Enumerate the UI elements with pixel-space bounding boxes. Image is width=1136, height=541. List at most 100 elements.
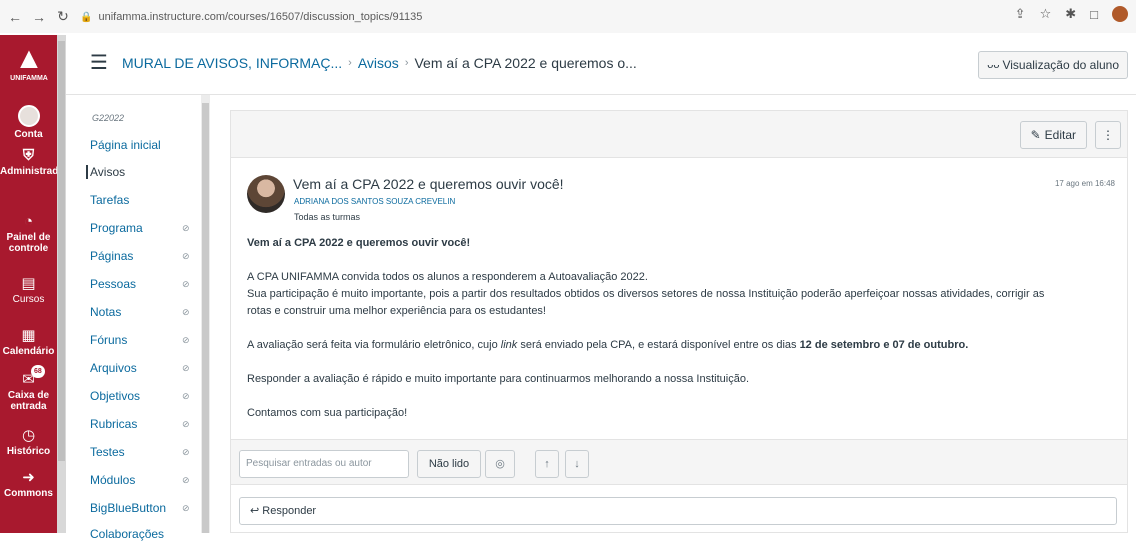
hidden-eye-icon: ⊘ — [182, 391, 190, 401]
reply-button[interactable]: ↩ Responder — [239, 497, 1117, 525]
inbox-icon: ✉ — [22, 371, 35, 388]
pencil-icon: ✎ — [1030, 128, 1041, 142]
post-paragraph: A avaliação será feita via formulário el… — [247, 337, 968, 354]
nav-inbox[interactable]: ✉ 68 Caixa de entrada — [0, 365, 57, 412]
nav-history[interactable]: ◷ Histórico — [0, 427, 57, 457]
breadcrumb-announcements[interactable]: Avisos — [358, 55, 399, 71]
extensions-icon[interactable]: ✱ — [1065, 6, 1076, 22]
course-nav-bigbluebutton[interactable]: BigBlueButton — [90, 501, 166, 515]
post-paragraph: A CPA UNIFAMMA convida todos os alunos a… — [247, 271, 648, 283]
course-nav-scrollbar[interactable] — [201, 95, 210, 533]
nav-courses-label: Cursos — [12, 294, 45, 305]
course-term: G22022 — [92, 113, 125, 123]
course-nav-people[interactable]: Pessoas — [90, 277, 136, 291]
lock-icon: 🔒 — [80, 11, 93, 23]
nav-history-label: Histórico — [6, 446, 51, 457]
share-icon[interactable]: ⇪ — [1015, 6, 1026, 22]
hidden-eye-icon: ⊘ — [182, 363, 190, 373]
course-nav-syllabus[interactable]: Programa — [90, 221, 143, 235]
course-nav-pages[interactable]: Páginas — [90, 249, 133, 263]
discussion-topbar: ✎ Editar ⋮ — [231, 111, 1127, 158]
url-text: unifamma.instructure.com/courses/16507/d… — [98, 11, 423, 23]
profile-avatar[interactable] — [1112, 6, 1128, 22]
edit-label: Editar — [1044, 128, 1076, 142]
bookmark-star-icon[interactable]: ☆ — [1040, 6, 1052, 22]
avatar — [17, 105, 40, 127]
post-paragraph: Sua participação é muito importante, poi… — [247, 288, 1045, 300]
hidden-eye-icon: ⊘ — [182, 279, 190, 289]
reply-label: Responder — [262, 505, 317, 517]
post-paragraph: rotas e construir uma melhor experiência… — [247, 305, 546, 317]
student-view-button[interactable]: ᴗᴗ Visualização do aluno — [978, 51, 1128, 79]
hidden-eye-icon: ⊘ — [182, 503, 190, 513]
post-title: Vem aí a CPA 2022 e queremos ouvir você! — [293, 176, 564, 192]
institution-logo[interactable]: ▲ UNIFAMMA — [4, 43, 54, 93]
author-avatar[interactable] — [247, 175, 285, 213]
nav-calendar[interactable]: ▦ Calendário — [0, 327, 57, 357]
post-author[interactable]: ADRIANA DOS SANTOS SOUZA CREVELIN — [294, 197, 455, 206]
unread-filter-button[interactable]: Não lido — [417, 450, 481, 478]
book-icon: ▤ — [21, 275, 36, 292]
post-paragraph: Responder a avaliação é rápido e muito i… — [247, 373, 750, 385]
hidden-eye-icon: ⊘ — [182, 223, 190, 233]
nav-admin[interactable]: ⛨ Administrador — [0, 147, 68, 177]
nav-account[interactable]: Conta — [0, 105, 57, 140]
course-nav-announcements[interactable]: Avisos — [86, 165, 125, 179]
discussion-toolbar: Pesquisar entradas ou autor Não lido ◎ ↑… — [231, 439, 1127, 485]
browser-toolbar: ← → ↻ 🔒 unifamma.instructure.com/courses… — [0, 0, 1136, 33]
post-text: será enviado pela CPA, e estará disponív… — [517, 339, 800, 351]
chevron-right-icon: › — [404, 57, 409, 69]
logo-mark-icon: ▲ — [14, 42, 44, 75]
commons-icon: ➜ — [22, 469, 35, 486]
breadcrumb: MURAL DE AVISOS, INFORMAÇ... › Avisos › … — [122, 55, 637, 71]
reload-icon[interactable]: ↻ — [54, 8, 72, 25]
edit-button[interactable]: ✎ Editar — [1019, 121, 1087, 149]
hidden-eye-icon: ⊘ — [182, 251, 190, 261]
clock-icon: ◷ — [21, 427, 36, 444]
page-header: ☰ MURAL DE AVISOS, INFORMAÇ... › Avisos … — [66, 35, 1136, 95]
global-nav-scrollbar[interactable] — [57, 35, 66, 533]
nav-courses[interactable]: ▤ Cursos — [0, 275, 57, 305]
nav-commons-label: Commons — [4, 488, 53, 499]
course-nav-outcomes[interactable]: Objetivos — [90, 389, 140, 403]
course-nav-home[interactable]: Página inicial — [90, 138, 161, 152]
eye-icon[interactable]: ◎ — [485, 450, 515, 478]
student-view-label: Visualização do aluno — [1002, 58, 1119, 72]
address-bar[interactable]: 🔒 unifamma.instructure.com/courses/16507… — [80, 6, 970, 28]
discussion-container: ✎ Editar ⋮ Vem aí a CPA 2022 e queremos … — [230, 110, 1128, 533]
course-nav-rubrics[interactable]: Rubricas — [90, 417, 137, 431]
hamburger-menu-icon[interactable]: ☰ — [90, 53, 110, 73]
hidden-eye-icon: ⊘ — [182, 307, 190, 317]
search-input[interactable]: Pesquisar entradas ou autor — [239, 450, 409, 478]
more-options-button[interactable]: ⋮ — [1095, 121, 1121, 149]
sort-down-icon[interactable]: ↓ — [565, 450, 589, 478]
hidden-eye-icon: ⊘ — [182, 419, 190, 429]
forward-arrow-icon[interactable]: → — [30, 9, 48, 25]
hidden-eye-icon: ⊘ — [182, 335, 190, 345]
scrollbar-thumb[interactable] — [58, 41, 65, 461]
reply-arrow-icon: ↩ — [250, 505, 260, 517]
course-nav-collaborations[interactable]: Colaborações — [90, 527, 164, 541]
course-nav-grades[interactable]: Notas — [90, 305, 121, 319]
nav-inbox-label: Caixa de entrada — [7, 390, 50, 412]
sort-up-icon[interactable]: ↑ — [535, 450, 559, 478]
course-nav-modules[interactable]: Módulos — [90, 473, 135, 487]
scrollbar-thumb[interactable] — [202, 103, 209, 533]
course-nav-discussions[interactable]: Fóruns — [90, 333, 127, 347]
back-arrow-icon[interactable]: ← — [6, 9, 24, 25]
breadcrumb-course[interactable]: MURAL DE AVISOS, INFORMAÇ... — [122, 55, 342, 71]
course-nav-quizzes[interactable]: Testes — [90, 445, 125, 459]
post-text-bold: 12 de setembro e 07 de outubro. — [799, 339, 969, 351]
breadcrumb-current: Vem aí a CPA 2022 e queremos o... — [414, 55, 637, 71]
course-nav-assignments[interactable]: Tarefas — [90, 193, 129, 207]
window-icon[interactable]: □ — [1090, 7, 1098, 22]
glasses-icon: ᴗᴗ — [987, 59, 1000, 71]
post-text: A avaliação será feita via formulário el… — [247, 339, 501, 351]
chevron-right-icon: › — [348, 57, 352, 69]
course-nav-files[interactable]: Arquivos — [90, 361, 137, 375]
hidden-eye-icon: ⊘ — [182, 447, 190, 457]
nav-dashboard[interactable]: ◔ Painel de controle — [0, 213, 57, 254]
nav-commons[interactable]: ➜ Commons — [0, 469, 57, 499]
nav-calendar-label: Calendário — [2, 346, 55, 357]
dashboard-icon: ◔ — [23, 213, 34, 230]
